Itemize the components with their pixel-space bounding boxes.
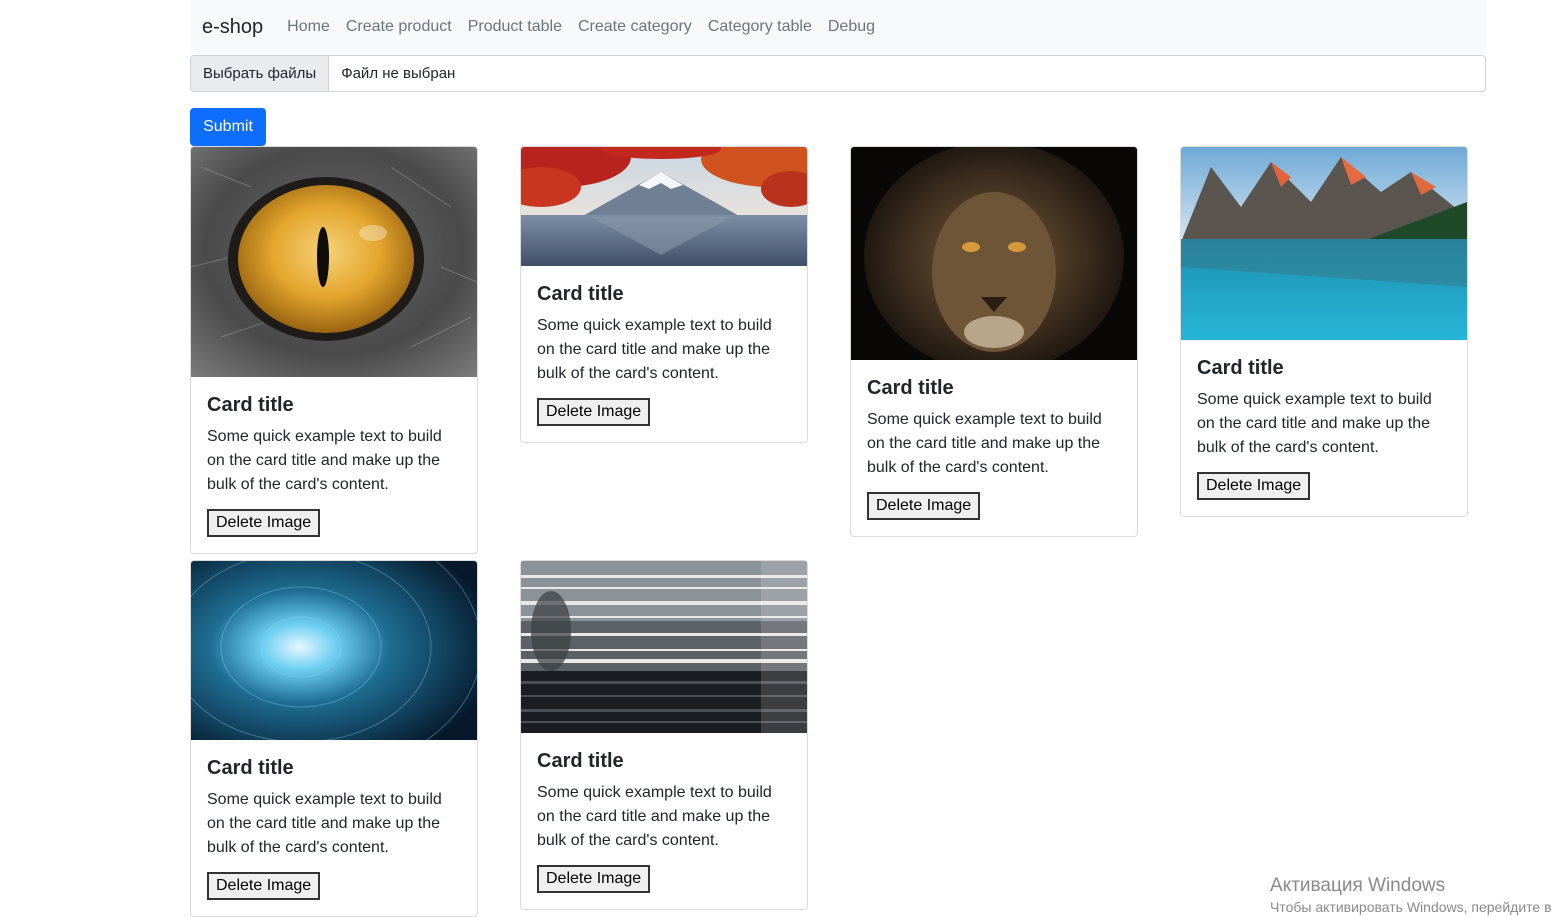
watermark-title: Активация Windows [1270,875,1446,896]
nav-link-create-product[interactable]: Create product [338,18,460,36]
mountain-lake-autumn-image [521,147,807,266]
card-title: Card title [537,750,624,772]
image-card: Card title Some quick example text to bu… [190,146,478,554]
card-text: Some quick example text to build on the … [867,411,1102,476]
file-status-text: Файл не выбран [341,65,456,82]
card-text: Some quick example text to build on the … [207,791,442,856]
image-card: Card title Some quick example text to bu… [1180,146,1468,517]
file-input[interactable]: Выбрать файлы Файл не выбран [190,55,1486,92]
lion-portrait-image [851,147,1137,360]
card-title: Card title [207,394,294,416]
watermark-subtitle: Чтобы активировать Windows, перейдите в [1270,899,1552,915]
delete-image-button[interactable]: Delete Image [867,492,981,520]
nav-link-home[interactable]: Home [279,18,338,36]
glitched-landscape-image [521,561,807,733]
delete-image-button[interactable]: Delete Image [537,398,651,426]
image-card: Card title Some quick example text to bu… [190,560,478,917]
nav-link-category-table[interactable]: Category table [700,18,820,36]
image-card: Card title Some quick example text to bu… [850,146,1138,537]
card-title: Card title [537,283,624,305]
nav-link-create-category[interactable]: Create category [570,18,700,36]
cat-eye-image [191,147,477,377]
delete-image-button[interactable]: Delete Image [537,865,651,893]
card-title: Card title [207,757,294,779]
image-card: Card title Some quick example text to bu… [520,560,808,910]
delete-image-button[interactable]: Delete Image [207,872,321,900]
card-text: Some quick example text to build on the … [1197,391,1432,456]
windows-activation-watermark: Активация Windows Чтобы активировать Win… [1270,874,1552,916]
card-title: Card title [867,377,954,399]
card-title: Card title [1197,357,1284,379]
nav-link-product-table[interactable]: Product table [460,18,570,36]
delete-image-button[interactable]: Delete Image [207,509,321,537]
binary-tunnel-image [191,561,477,740]
image-card: Card title Some quick example text to bu… [520,146,808,443]
mountain-lake-image [1181,147,1467,340]
card-text: Some quick example text to build on the … [537,317,772,382]
delete-image-button[interactable]: Delete Image [1197,472,1311,500]
choose-files-button[interactable]: Выбрать файлы [191,56,330,91]
brand-link[interactable]: e-shop [202,16,263,39]
submit-button[interactable]: Submit [190,108,266,146]
card-text: Some quick example text to build on the … [207,428,442,493]
nav-link-debug[interactable]: Debug [820,18,883,36]
navbar: e-shop Home Create product Product table… [190,0,1486,54]
card-text: Some quick example text to build on the … [537,784,772,849]
